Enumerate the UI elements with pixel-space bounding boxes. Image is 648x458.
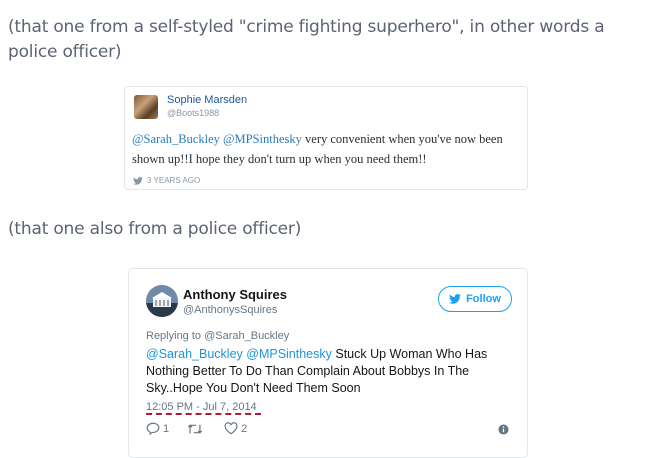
tweet-text: @Sarah_Buckley @MPSinthesky very conveni… (132, 129, 524, 169)
tweet-timestamp[interactable]: 12:05 PM - Jul 7, 2014 (146, 401, 257, 413)
tweet-meta: 3 YEARS AGO (133, 176, 200, 185)
tweet-author-name[interactable]: Anthony Squires (183, 287, 287, 302)
reply-button[interactable]: 1 (146, 422, 169, 435)
avatar[interactable] (146, 285, 178, 317)
tweet-author-handle[interactable]: @Boots1988 (167, 108, 219, 118)
caption-second: (that one also from a police officer) (8, 219, 302, 239)
reply-icon (146, 422, 160, 435)
caption-first: (that one from a self-styled "crime figh… (8, 17, 605, 62)
embedded-tweet-sophie[interactable]: Sophie Marsden @Boots1988 @Sarah_Buckley… (124, 86, 528, 190)
embedded-tweet-anthony[interactable]: Anthony Squires @AnthonysSquires Follow … (128, 268, 528, 458)
tweet-actions: 1 2 (146, 422, 265, 435)
mention-link[interactable]: @MPSinthesky (246, 347, 332, 361)
follow-label: Follow (466, 293, 501, 305)
like-button[interactable]: 2 (224, 422, 247, 435)
retweet-icon (187, 423, 203, 434)
twitter-bird-icon (449, 294, 462, 304)
tweet-text: @Sarah_Buckley @MPSinthesky Stuck Up Wom… (146, 346, 518, 397)
like-count: 2 (241, 422, 248, 435)
tweet-timestamp[interactable]: 3 YEARS AGO (147, 176, 200, 185)
twitter-bird-icon (133, 176, 143, 185)
heart-icon (224, 422, 238, 435)
mention-link[interactable]: @MPSinthesky (223, 132, 302, 146)
tweet-author-handle[interactable]: @AnthonysSquires (183, 304, 277, 316)
reply-count: 1 (163, 422, 170, 435)
avatar[interactable] (134, 95, 158, 119)
retweet-button[interactable] (187, 423, 206, 435)
highlight-underline (146, 413, 261, 415)
replying-to[interactable]: Replying to @Sarah_Buckley (146, 330, 289, 342)
follow-button[interactable]: Follow (438, 286, 512, 312)
tweet-author-name[interactable]: Sophie Marsden (167, 94, 247, 106)
mention-link[interactable]: @Sarah_Buckley (132, 132, 220, 146)
info-icon[interactable] (498, 424, 509, 435)
building-avatar-icon (146, 285, 178, 317)
mention-link[interactable]: @Sarah_Buckley (146, 347, 243, 361)
